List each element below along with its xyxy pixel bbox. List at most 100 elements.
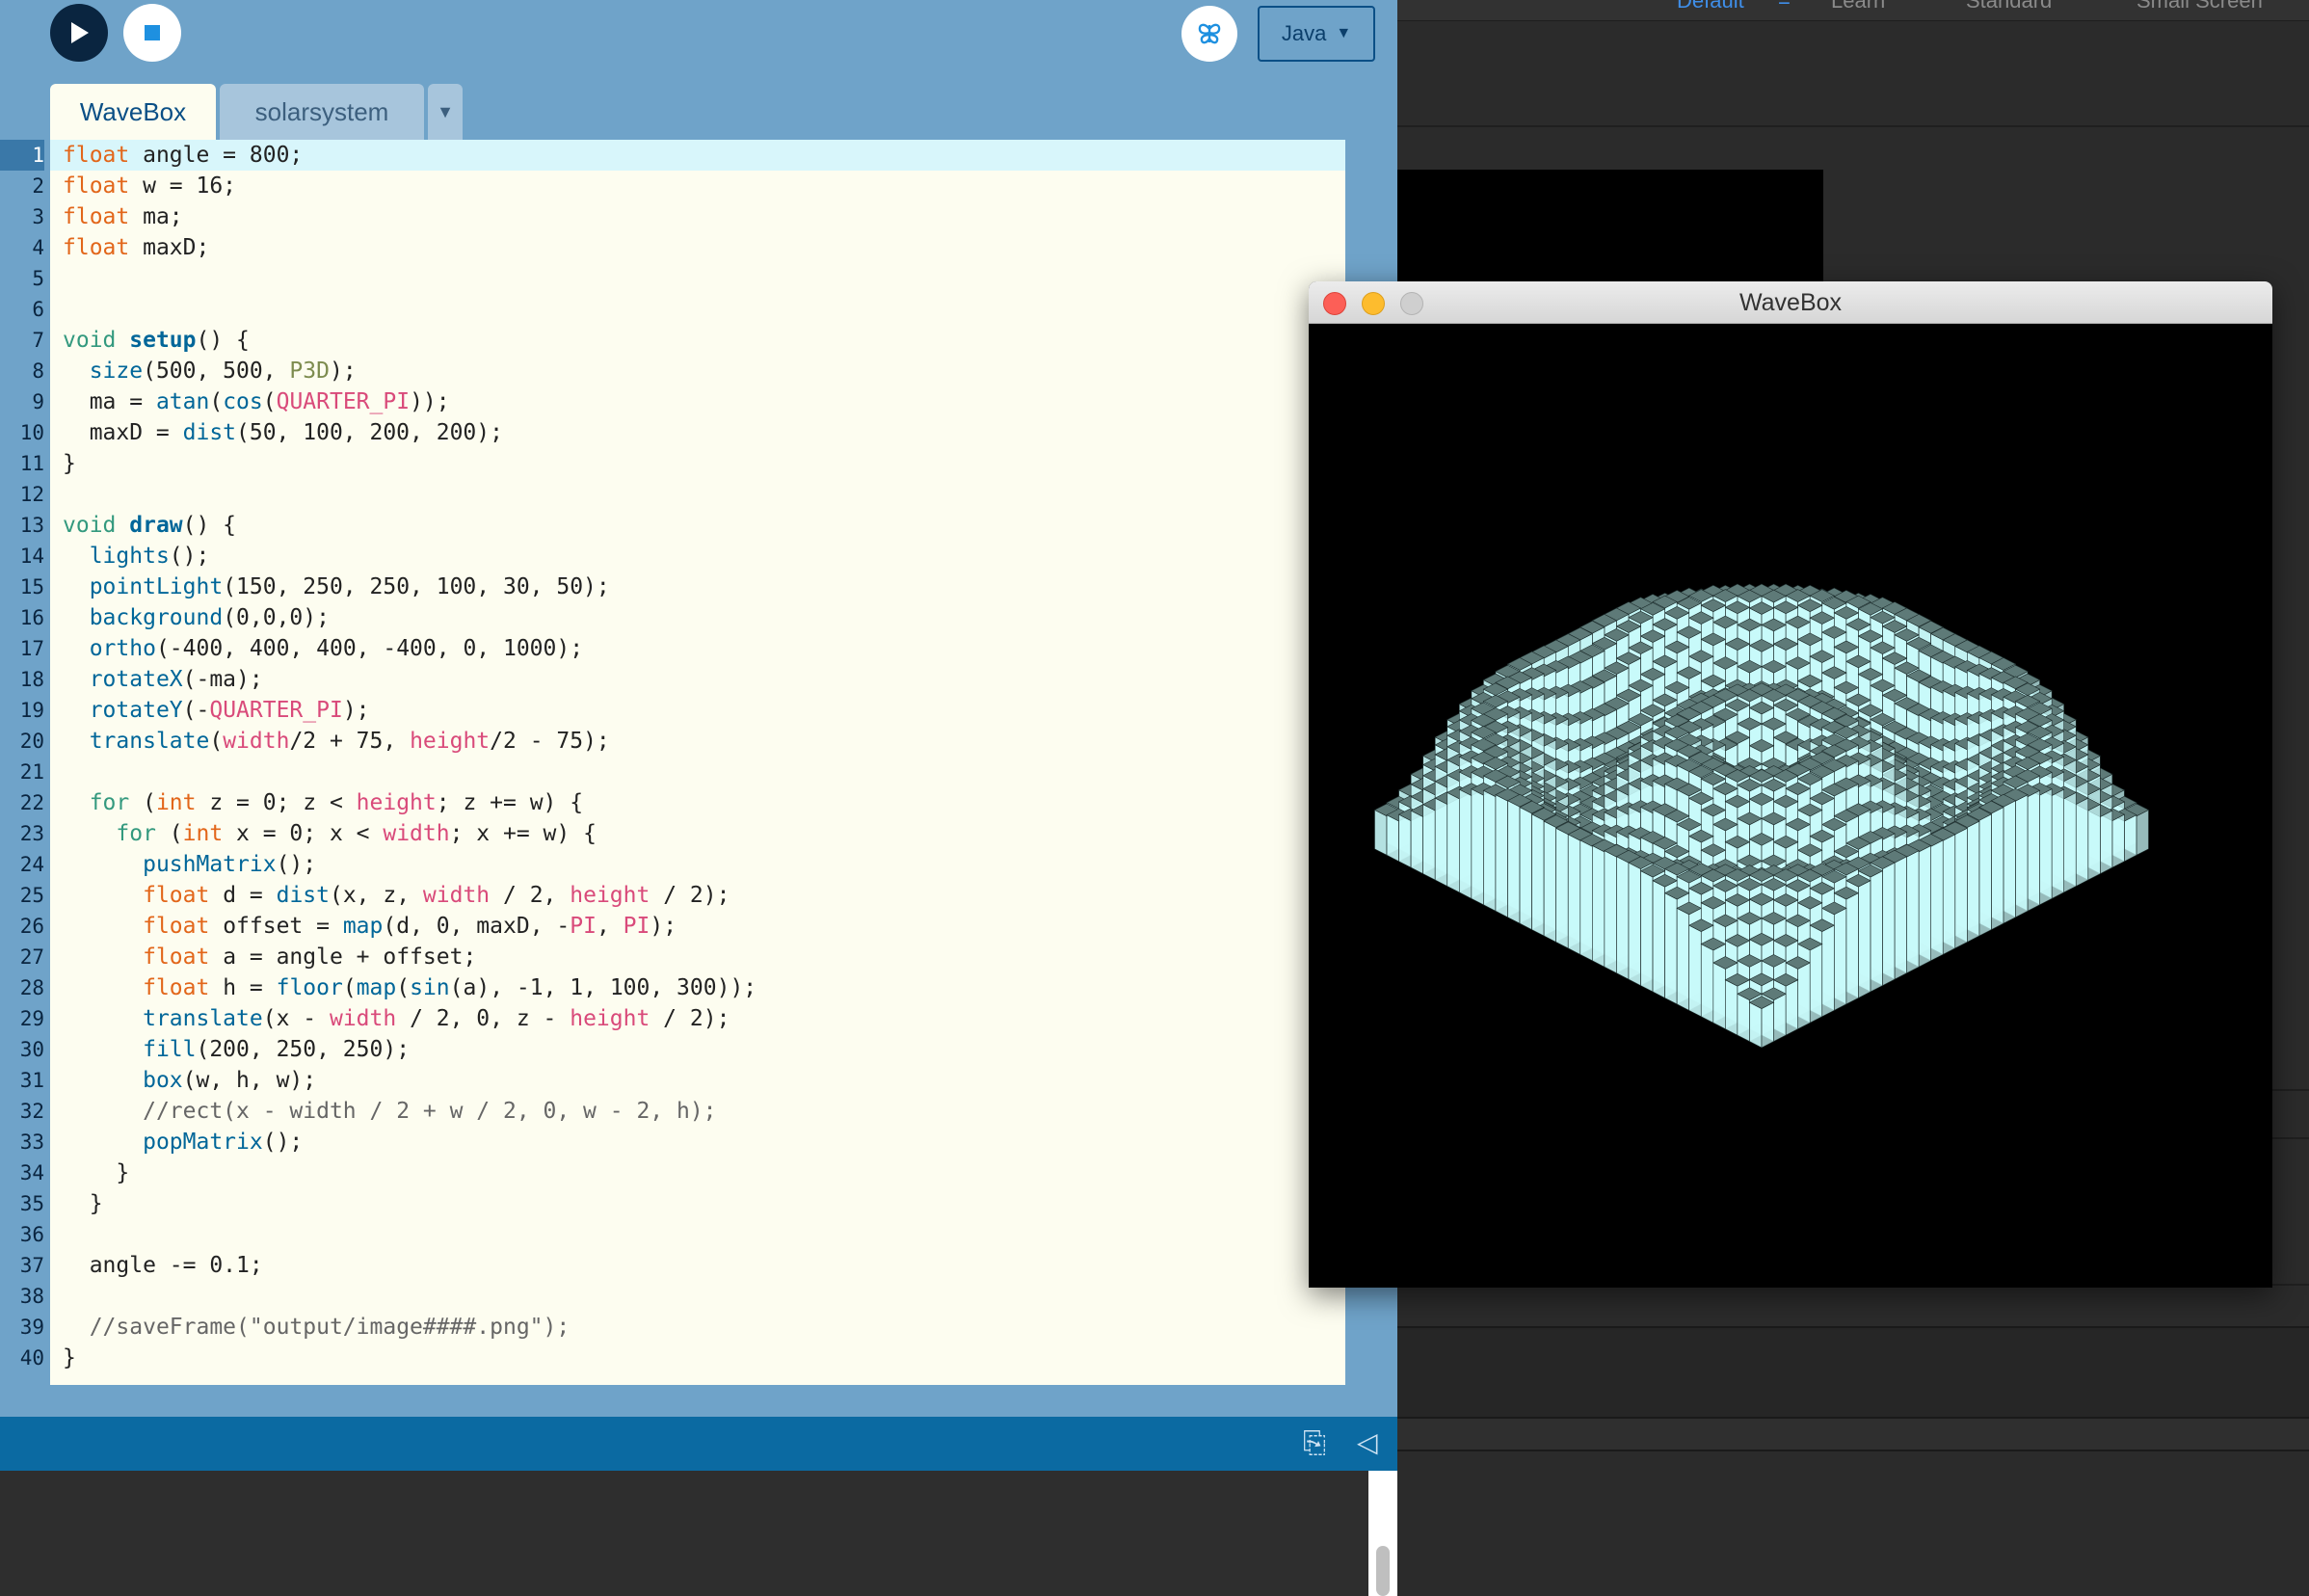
code-line-text: ma = atan(cos(QUARTER_PI)); [63,389,450,414]
mode-label: Java [1281,21,1327,45]
code-line[interactable]: maxD = dist(50, 100, 200, 200); [50,417,1345,448]
code-line[interactable]: rotateX(-ma); [50,664,1345,695]
line-number: 6 [32,298,44,321]
code-line[interactable]: background(0,0,0); [50,602,1345,633]
code-line[interactable] [50,1219,1345,1250]
background-panel [1397,1419,2309,1451]
workspace-tab-standard[interactable]: Standard [1966,0,2052,13]
copy-icon[interactable]: ⎘ [1303,1426,1326,1460]
wave-box-face [1858,880,1871,998]
wave-box-face [1374,809,1388,856]
line-number: 3 [32,205,44,228]
wave-box-face [2063,791,2077,893]
code-line[interactable]: } [50,448,1345,479]
wave-box-face [1882,862,1896,987]
wave-box-face [1579,839,1593,962]
code-line[interactable]: translate(x - width / 2, 0, z - height /… [50,1003,1345,1034]
wave-box-face [1664,892,1678,1005]
code-line[interactable] [50,479,1345,510]
wave-box-face [2027,789,2040,912]
collapse-icon[interactable]: ◁ [1357,1426,1378,1458]
code-line-text: void setup() { [63,328,250,353]
wave-box-face [1604,850,1617,974]
workspace-tab-learn[interactable]: Learn [1831,0,1885,13]
code-line[interactable]: void draw() { [50,510,1345,541]
line-number: 39 [19,1316,44,1339]
mode-selector[interactable]: Java ▼ [1258,6,1375,62]
wave-box-face [2075,797,2089,887]
run-button[interactable] [50,4,108,62]
code-line-text: } [63,451,76,476]
code-line[interactable]: } [50,1188,1345,1219]
debug-button[interactable] [1181,6,1237,62]
line-number: 20 [19,730,44,753]
line-number: 27 [19,945,44,969]
code-line[interactable]: for (int x = 0; x < width; x += w) { [50,818,1345,849]
code-line[interactable]: float a = angle + offset; [50,942,1345,972]
console-scrollbar-thumb[interactable] [1376,1546,1390,1596]
code-line[interactable]: translate(width/2 + 75, height/2 - 75); [50,726,1345,757]
code-line[interactable]: float ma; [50,201,1345,232]
code-line[interactable]: float angle = 800; [50,140,1345,171]
code-line[interactable]: lights(); [50,541,1345,572]
wave-box-face [2124,814,2137,863]
processing-ide-window: Java ▼ WaveBox solarsystem ▼ 1 2 3 4 5 6 7 8 9 10… [0,0,1397,1596]
code-line[interactable]: fill(200, 250, 250); [50,1034,1345,1065]
code-line[interactable]: //rect(x - width / 2 + w / 2, 0, w - 2, … [50,1096,1345,1127]
code-line-text: void draw() { [63,513,237,538]
code-line[interactable]: angle -= 0.1; [50,1250,1345,1281]
code-line-text: float h = floor(map(sin(a), -1, 1, 100, … [143,975,757,1000]
console-area[interactable] [0,1471,1368,1596]
wave-box-face [1616,856,1630,980]
line-number: 30 [19,1038,44,1061]
tab-solarsystem[interactable]: solarsystem [220,84,424,140]
code-line[interactable]: rotateY(-QUARTER_PI); [50,695,1345,726]
code-line[interactable] [50,1281,1345,1312]
code-line[interactable] [50,294,1345,325]
code-line[interactable]: pushMatrix(); [50,849,1345,880]
wave-box-face [1652,880,1665,998]
code-line[interactable]: pointLight(150, 250, 250, 100, 30, 50); [50,572,1345,602]
code-line-text: angle -= 0.1; [63,1253,263,1278]
code-line[interactable]: float maxD; [50,232,1345,263]
workspace-tab-small-screen[interactable]: Small Screen [2136,0,2263,13]
code-line[interactable]: float offset = map(d, 0, maxD, -PI, PI); [50,911,1345,942]
code-editor[interactable]: float angle = 800; float w = 16; float ma;… [50,140,1345,1385]
code-line[interactable]: //saveFrame("output/image####.png"); [50,1312,1345,1343]
line-number: 36 [19,1223,44,1246]
code-line[interactable]: void setup() { [50,325,1345,356]
line-number: 29 [19,1007,44,1030]
line-number: 17 [19,637,44,660]
code-line[interactable]: popMatrix(); [50,1127,1345,1157]
code-line[interactable]: float d = dist(x, z, width / 2, height /… [50,880,1345,911]
status-bar: ⎘ ◁ [0,1417,1397,1471]
code-line[interactable]: size(500, 500, P3D); [50,356,1345,386]
panel-divider [1397,125,2309,127]
tab-wavebox[interactable]: WaveBox [50,84,216,140]
line-number: 2 [32,174,44,198]
line-number: 8 [32,359,44,383]
code-line[interactable] [50,757,1345,787]
workspace-separator-icon: = [1778,0,1791,13]
code-line-text: translate(width/2 + 75, height/2 - 75); [89,729,610,754]
wave-box-face [1434,797,1448,887]
workspace-tab-default[interactable]: Default [1677,0,1744,13]
code-line[interactable]: box(w, h, w); [50,1065,1345,1096]
stop-button[interactable] [123,4,181,62]
code-line[interactable]: } [50,1157,1345,1188]
line-number: 24 [19,853,44,876]
wave-box-face [1386,814,1399,863]
code-line[interactable]: ma = atan(cos(QUARTER_PI)); [50,386,1345,417]
tab-menu-button[interactable]: ▼ [428,84,463,140]
code-line[interactable]: float w = 16; [50,171,1345,201]
code-line[interactable]: ortho(-400, 400, 400, -400, 0, 1000); [50,633,1345,664]
code-line[interactable]: for (int z = 0; z < height; z += w) { [50,787,1345,818]
sketch-titlebar[interactable]: WaveBox [1309,281,2272,324]
background-panel [1397,1326,2309,1419]
line-number: 34 [19,1161,44,1184]
code-line[interactable]: float h = floor(map(sin(a), -1, 1, 100, … [50,972,1345,1003]
line-number: 32 [19,1100,44,1123]
code-line[interactable] [50,263,1345,294]
code-line[interactable]: } [50,1343,1345,1373]
line-number: 18 [19,668,44,691]
